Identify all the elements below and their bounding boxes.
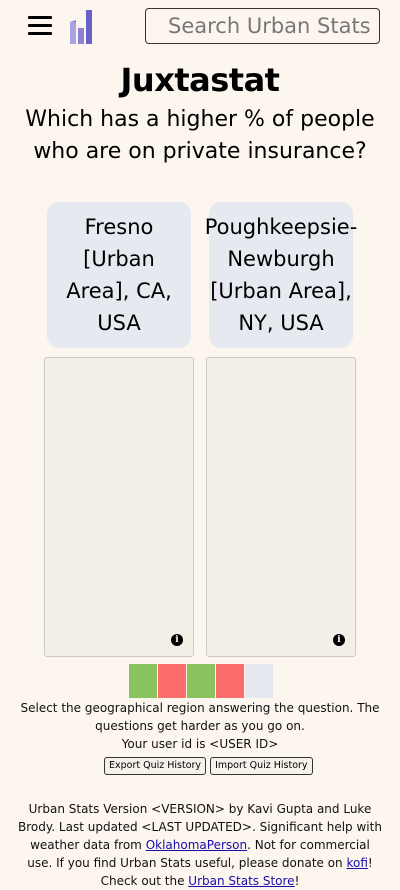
choice-button-left[interactable]: Fresno [Urban Area], CA, USA [47, 202, 191, 348]
history-result-3 [187, 664, 215, 698]
footer: Urban Stats Version <VERSION> by Kavi Gu… [18, 800, 382, 890]
kofi-link[interactable]: kofi [346, 856, 367, 870]
footer-text: ! [294, 874, 300, 888]
history-result-4 [216, 664, 244, 698]
import-quiz-history-button[interactable]: Import Quiz History [210, 757, 313, 775]
urban-stats-logo-icon[interactable] [68, 8, 96, 44]
store-link[interactable]: Urban Stats Store [188, 874, 294, 888]
oklahomaperson-link[interactable]: OklahomaPerson [146, 838, 247, 852]
instructions-text: Select the geographical region answering… [20, 701, 380, 733]
quiz-history-bar [129, 664, 274, 698]
choice-button-right[interactable]: Poughkeepsie-Newburgh [Urban Area], NY, … [205, 202, 357, 348]
history-result-1 [129, 664, 157, 698]
header [0, 0, 400, 52]
info-icon[interactable]: i [333, 634, 345, 646]
user-id-text: Your user id is <USER ID> [121, 737, 279, 751]
history-buttons: Export Quiz History Import Quiz History [104, 757, 313, 775]
history-result-5 [245, 664, 273, 698]
history-result-2 [158, 664, 186, 698]
quiz-question: Which has a higher % of people who are o… [25, 107, 375, 164]
info-icon[interactable]: i [171, 634, 183, 646]
export-quiz-history-button[interactable]: Export Quiz History [104, 757, 207, 775]
page-title: Juxtastat [120, 61, 280, 99]
hamburger-menu-icon[interactable] [28, 16, 52, 36]
map-right[interactable]: i [206, 357, 356, 657]
map-left[interactable]: i [44, 357, 194, 657]
search-input[interactable] [145, 8, 380, 44]
